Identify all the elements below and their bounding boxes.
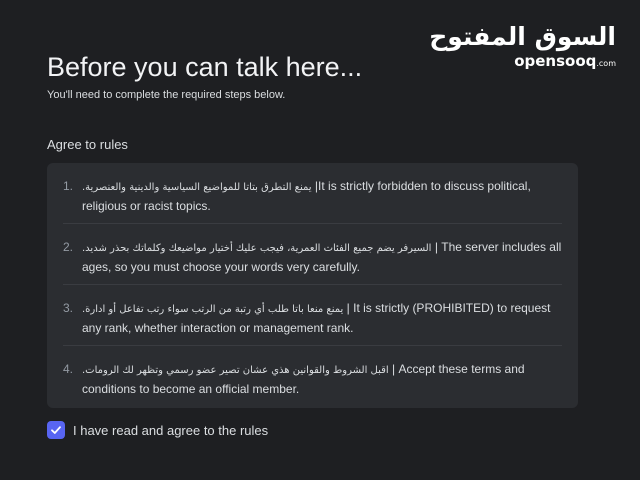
onboarding-page: السوق المفتوح opensooq.com Before you ca… (0, 0, 640, 480)
logo-latin-text: opensooq.com (466, 52, 616, 73)
logo-arabic-text: السوق المفتوح (429, 22, 616, 51)
logo-latin-name: opensooq (514, 52, 597, 70)
rule-number: 3. (63, 301, 74, 315)
rule-number: 1. (63, 179, 74, 193)
rules-list: 1. يمنع التطرق بتاتا للمواضيع السياسية و… (47, 163, 578, 408)
rule-item: 3. يمنع منعا باتا طلب أي رتبة من الرتب س… (63, 285, 562, 346)
rule-text: السيرفر يضم جميع الفئات العمرية، فيجب عل… (82, 238, 562, 284)
logo-latin-suffix: .com (596, 59, 616, 68)
rule-arabic-text: يمنع منعا باتا طلب أي رتبة من الرتب سواء… (82, 304, 344, 315)
rule-arabic-text: يمنع التطرق بتاتا للمواضيع السياسية والد… (82, 182, 312, 193)
rule-text: يمنع التطرق بتاتا للمواضيع السياسية والد… (82, 177, 562, 223)
rule-item: 1. يمنع التطرق بتاتا للمواضيع السياسية و… (63, 163, 562, 224)
page-title: Before you can talk here... (47, 52, 363, 82)
rule-item: 4. اقبل الشروط والقوانين هذي عشان تصير ع… (63, 346, 562, 407)
rule-arabic-text: السيرفر يضم جميع الفئات العمرية، فيجب عل… (82, 243, 432, 254)
opensooq-logo: السوق المفتوح opensooq.com (429, 22, 616, 73)
rule-number: 2. (63, 240, 74, 254)
agree-checkbox[interactable] (47, 421, 65, 439)
agree-rules-checkbox-row[interactable]: I have read and agree to the rules (47, 421, 268, 439)
rule-item: 2. السيرفر يضم جميع الفئات العمرية، فيجب… (63, 224, 562, 285)
checkmark-icon (51, 426, 61, 434)
rule-text: يمنع منعا باتا طلب أي رتبة من الرتب سواء… (82, 299, 562, 345)
page-subtitle: You'll need to complete the required ste… (47, 89, 286, 101)
rules-section-label: Agree to rules (47, 137, 128, 152)
rule-number: 4. (63, 362, 74, 376)
agree-label: I have read and agree to the rules (73, 422, 269, 438)
rule-text: اقبل الشروط والقوانين هذي عشان تصير عضو … (82, 360, 562, 407)
rule-arabic-text: اقبل الشروط والقوانين هذي عشان تصير عضو … (82, 365, 389, 376)
